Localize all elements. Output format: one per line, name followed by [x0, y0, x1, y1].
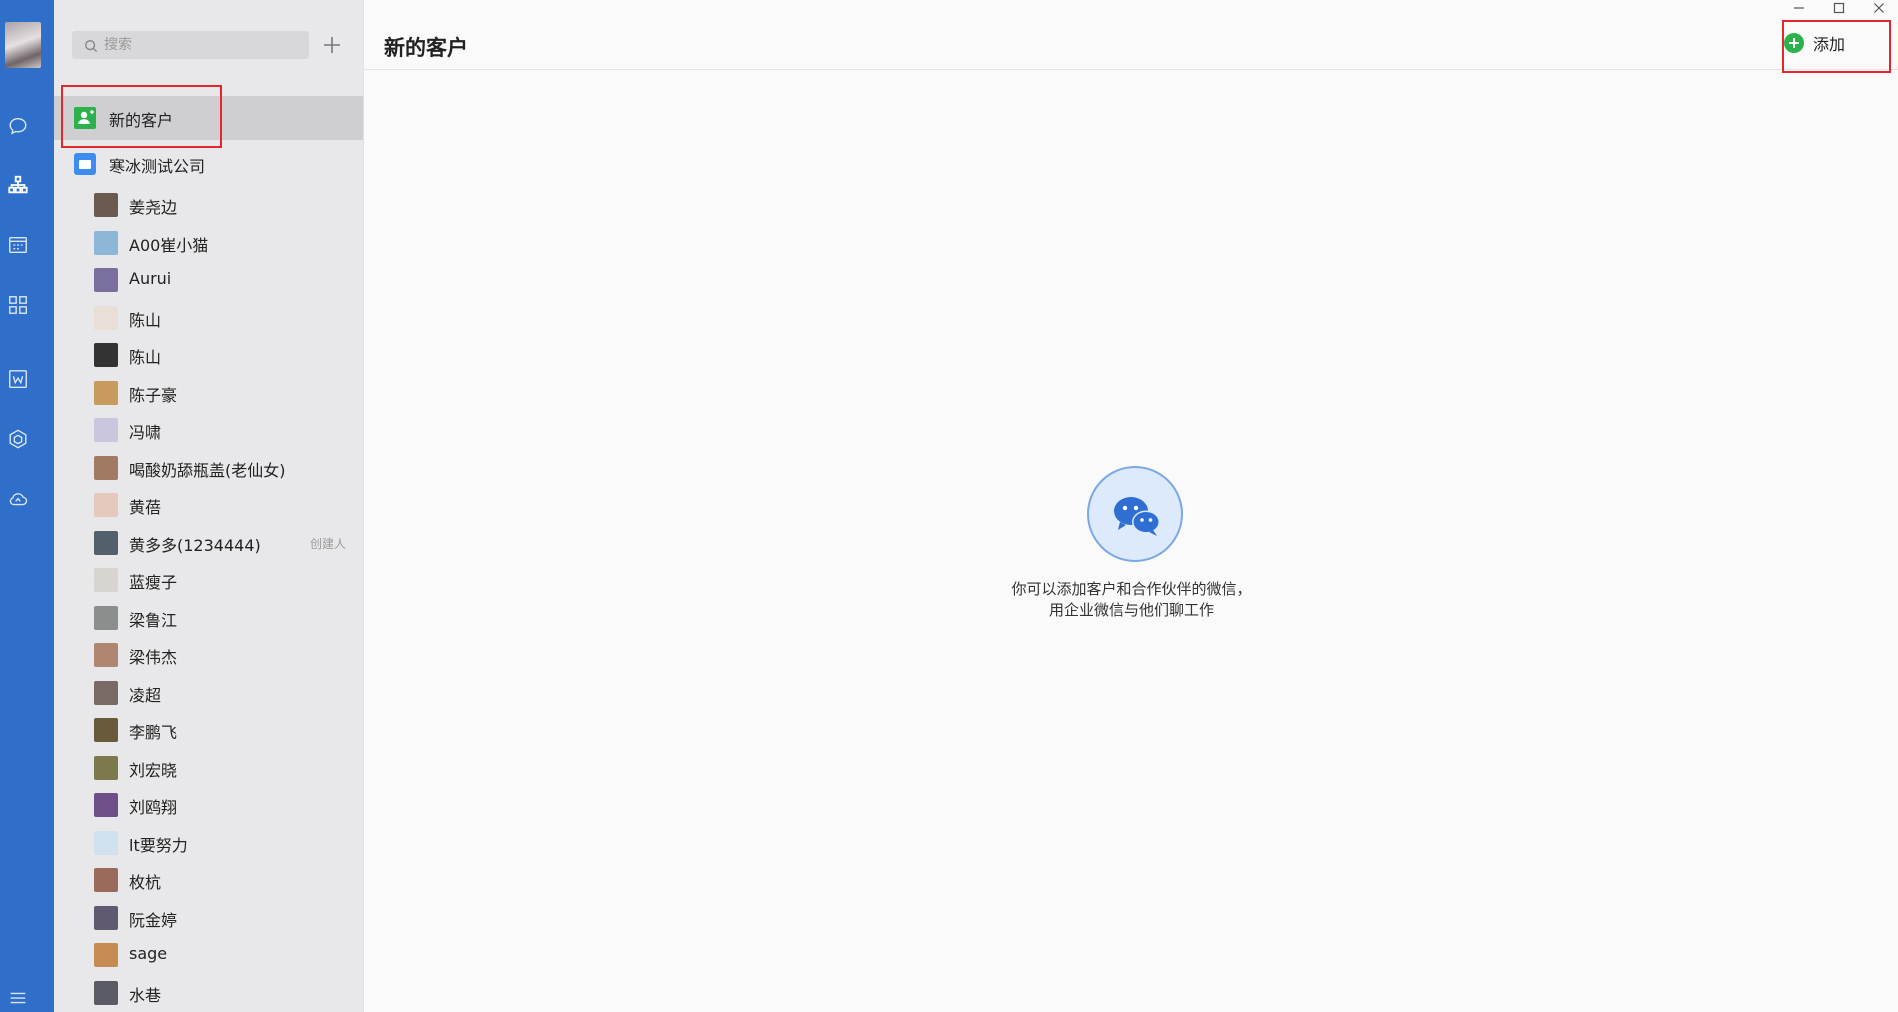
member-item[interactable]: 蓝瘦子	[54, 561, 363, 599]
member-name: sage	[129, 944, 168, 963]
member-name: 冯啸	[129, 423, 162, 442]
member-name: 刘鸥翔	[129, 798, 178, 817]
search-icon	[84, 38, 98, 53]
folder-icon	[74, 153, 96, 175]
member-avatar	[94, 605, 118, 630]
window-controls	[1779, 0, 1898, 16]
member-item[interactable]: 刘鸥翔	[54, 786, 363, 824]
member-name: 枚杭	[129, 873, 162, 892]
member-item[interactable]: 梁伟杰	[54, 636, 363, 674]
calendar-icon[interactable]	[0, 225, 36, 265]
highlight-box	[61, 85, 222, 148]
member-item[interactable]: 陈山	[54, 336, 363, 374]
member-item[interactable]: 陈山	[54, 299, 363, 337]
member-name: 梁鲁江	[129, 610, 178, 630]
member-name: 李鹏飞	[129, 723, 178, 742]
member-item[interactable]: 冯啸	[54, 411, 363, 449]
empty-state-text-2: 用企业微信与他们聊工作	[1048, 601, 1214, 619]
member-item[interactable]: 黄多多(1234444) 创建人	[54, 524, 363, 562]
member-item[interactable]: 喝酸奶舔瓶盖(老仙女)	[54, 449, 363, 487]
member-avatar	[94, 755, 118, 780]
member-name: 蓝瘦子	[129, 573, 178, 592]
member-avatar	[94, 643, 118, 667]
member-name: A00崔小猫	[129, 235, 209, 255]
search-box[interactable]	[72, 31, 309, 59]
member-item[interactable]: lt要努力	[54, 824, 363, 862]
member-item[interactable]: 姜尧边	[54, 186, 363, 224]
apps-hexagon-icon[interactable]	[0, 419, 36, 459]
main-header: 新的客户 添加	[364, 0, 1898, 73]
app-window: 新的客户 寒冰测试公司 姜尧边A00崔小猫Aurui陈山陈山陈子豪冯啸喝酸奶舔瓶…	[0, 0, 1898, 1012]
document-icon[interactable]	[0, 359, 36, 399]
member-avatar	[94, 980, 118, 1005]
empty-state-text-1: 你可以添加客户和合作伙伴的微信，	[1011, 580, 1252, 598]
member-name: 陈山	[129, 310, 162, 330]
member-avatar	[94, 868, 118, 892]
member-avatar	[94, 905, 118, 930]
nav-rail	[0, 0, 54, 1012]
contacts-panel: 新的客户 寒冰测试公司 姜尧边A00崔小猫Aurui陈山陈山陈子豪冯啸喝酸奶舔瓶…	[54, 0, 363, 1012]
member-name: 喝酸奶舔瓶盖(老仙女)	[129, 460, 286, 480]
member-item[interactable]: sage	[54, 936, 363, 974]
member-item[interactable]: 阮金婷	[54, 899, 363, 937]
company-label: 寒冰测试公司	[109, 157, 206, 176]
member-avatar	[94, 943, 118, 967]
search-input[interactable]	[104, 31, 304, 59]
member-name: 水巷	[129, 985, 162, 1005]
org-chart-icon[interactable]	[0, 165, 36, 205]
member-name: 梁伟杰	[129, 648, 178, 667]
add-contact-button[interactable]	[318, 31, 346, 59]
member-name: lt要努力	[129, 835, 188, 855]
member-avatar	[94, 305, 118, 330]
member-item[interactable]: A00崔小猫	[54, 224, 363, 262]
hamburger-menu-icon[interactable]	[0, 978, 36, 1012]
member-name: 黄蓓	[129, 498, 162, 517]
cloud-drive-icon[interactable]	[0, 479, 36, 519]
member-item[interactable]: 梁鲁江	[54, 599, 363, 637]
member-avatar	[94, 680, 118, 705]
member-item[interactable]: Aurui	[54, 261, 363, 299]
member-item[interactable]: 陈子豪	[54, 374, 363, 412]
member-name: 陈子豪	[129, 385, 178, 405]
member-avatar	[94, 343, 118, 367]
highlight-box	[1782, 20, 1891, 73]
member-item[interactable]: 刘宏晓	[54, 749, 363, 787]
main-content: 新的客户 添加 你可以添加客户和合作伙伴的微信， 用企业微信与他们聊工作	[363, 0, 1898, 1012]
member-name: 姜尧边	[129, 198, 178, 217]
maximize-icon[interactable]	[1819, 0, 1859, 16]
close-icon[interactable]	[1859, 0, 1898, 16]
member-item[interactable]: 水巷	[54, 974, 363, 1012]
member-name: 凌超	[129, 685, 162, 705]
company-item[interactable]: 寒冰测试公司	[54, 142, 363, 186]
page-title: 新的客户	[384, 36, 468, 60]
member-avatar	[94, 793, 118, 817]
creator-badge: 创建人	[310, 536, 347, 551]
message-icon[interactable]	[0, 106, 36, 146]
workbench-grid-icon[interactable]	[0, 285, 36, 325]
member-avatar	[94, 493, 118, 517]
member-avatar	[94, 455, 118, 480]
member-avatar	[94, 568, 118, 592]
member-name: Aurui	[129, 269, 172, 288]
member-name: 陈山	[129, 348, 162, 367]
member-item[interactable]: 枚杭	[54, 861, 363, 899]
user-avatar[interactable]	[5, 22, 41, 68]
member-name: 黄多多(1234444)	[129, 535, 261, 555]
member-avatar	[94, 230, 118, 255]
member-avatar	[94, 268, 118, 292]
member-avatar	[94, 718, 118, 742]
member-avatar	[94, 380, 118, 405]
member-name: 刘宏晓	[129, 760, 178, 780]
member-item[interactable]: 李鹏飞	[54, 711, 363, 749]
member-avatar	[94, 530, 118, 555]
member-avatar	[94, 418, 118, 442]
member-item[interactable]: 黄蓓	[54, 486, 363, 524]
member-item[interactable]: 凌超	[54, 674, 363, 712]
member-avatar	[94, 830, 118, 855]
minimize-icon[interactable]	[1779, 0, 1819, 16]
wechat-logo-icon	[1087, 466, 1183, 562]
member-avatar	[94, 193, 118, 217]
member-list: 姜尧边 A00崔小猫 Aurui 陈山 陈山 陈子豪 冯啸 喝酸奶舔瓶盖(老仙女) 黄蓓 黄多多(…	[54, 186, 363, 1011]
member-name: 阮金婷	[129, 910, 178, 930]
